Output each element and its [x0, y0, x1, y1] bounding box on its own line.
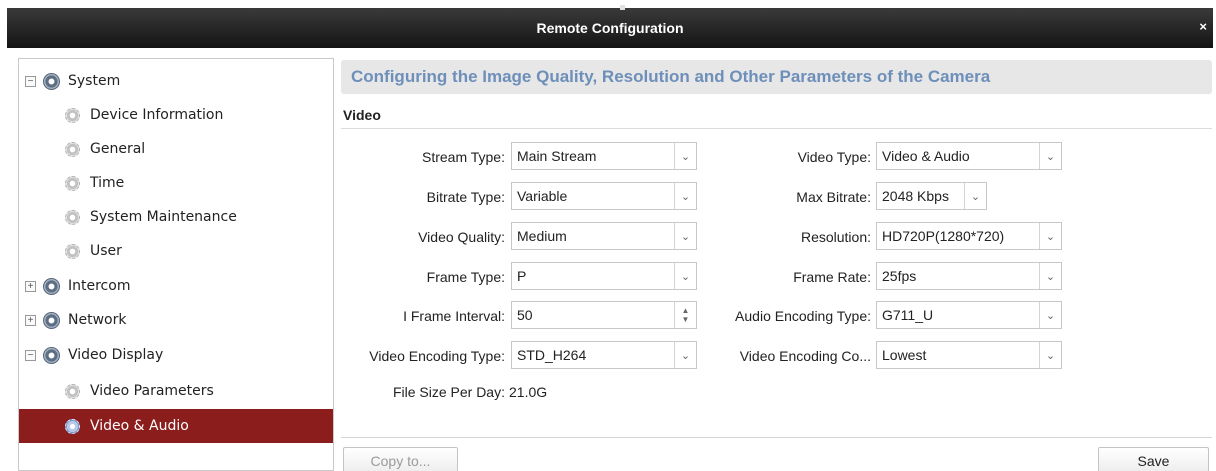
sidebar-tree: − System Device Information General Time… [18, 58, 334, 471]
select-value: P [517, 268, 527, 284]
file-size-label: File Size Per Day: [392, 384, 505, 400]
chevron-down-icon[interactable]: ⌄ [674, 223, 696, 249]
spinner-value[interactable]: 50 [512, 307, 674, 323]
chevron-down-icon[interactable]: ⌄ [674, 143, 696, 169]
chevron-down-icon[interactable]: ⌄ [1039, 302, 1061, 328]
video-quality-select[interactable]: Medium ⌄ [511, 222, 697, 250]
section-divider [341, 128, 1212, 129]
select-value: STD_H264 [517, 347, 587, 363]
chevron-down-icon[interactable]: ⌄ [1039, 342, 1061, 368]
tree-item-label: Video Display [68, 347, 164, 363]
resolution-label: Resolution: [800, 229, 871, 245]
tree-item-system-maintenance[interactable]: System Maintenance [19, 200, 333, 234]
select-value: Medium [517, 228, 567, 244]
video-quality-label: Video Quality: [418, 229, 505, 245]
spinner-arrows-icon[interactable]: ▲ ▼ [674, 302, 696, 328]
audio-encoding-type-select[interactable]: G711_U ⌄ [876, 301, 1062, 329]
frame-type-select[interactable]: P ⌄ [511, 262, 697, 290]
i-frame-interval-label: I Frame Interval: [403, 308, 505, 324]
chevron-down-icon[interactable]: ⌄ [1039, 263, 1061, 289]
gear-icon [65, 141, 80, 157]
video-type-select[interactable]: Video & Audio ⌄ [876, 142, 1062, 170]
frame-rate-select[interactable]: 25fps ⌄ [876, 262, 1062, 290]
camera-icon [43, 346, 60, 364]
select-value: G711_U [882, 307, 934, 323]
tree-item-label: Video & Audio [90, 418, 189, 434]
select-value: Video & Audio [882, 148, 970, 164]
file-size-value: 21.0G [509, 384, 548, 400]
tree-item-label: Video Parameters [90, 383, 214, 399]
chevron-down-icon[interactable]: ⌄ [674, 342, 696, 368]
window-title: Remote Configuration [536, 20, 684, 36]
gear-icon [65, 209, 80, 225]
chevron-down-icon[interactable]: ⌄ [964, 183, 986, 209]
stream-type-label: Stream Type: [421, 149, 505, 165]
gear-icon [65, 107, 80, 123]
title-bar-notch [620, 5, 625, 10]
video-type-label: Video Type: [797, 149, 871, 165]
tree-item-video-display[interactable]: − Video Display [19, 338, 333, 372]
tree-item-video-audio[interactable]: Video & Audio [19, 409, 333, 443]
tree-item-system[interactable]: − System [19, 64, 333, 98]
collapse-icon[interactable]: − [25, 75, 36, 87]
select-value: 2048 Kbps [882, 188, 949, 204]
select-value: HD720P(1280*720) [882, 228, 1005, 244]
stream-type-select[interactable]: Main Stream ⌄ [511, 142, 697, 170]
tree-item-device-information[interactable]: Device Information [19, 98, 333, 132]
camera-icon [43, 277, 60, 295]
chevron-down-icon[interactable]: ⌄ [1039, 143, 1061, 169]
video-encoding-complexity-select[interactable]: Lowest ⌄ [876, 341, 1062, 369]
camera-icon [43, 72, 60, 90]
page-title: Configuring the Image Quality, Resolutio… [341, 60, 1212, 94]
video-encoding-type-select[interactable]: STD_H264 ⌄ [511, 341, 697, 369]
tree-item-general[interactable]: General [19, 132, 333, 166]
expand-icon[interactable]: + [25, 314, 36, 326]
bitrate-type-label: Bitrate Type: [426, 189, 505, 205]
section-title: Video [343, 107, 381, 123]
tree-item-label: Network [68, 312, 127, 328]
title-bar: Remote Configuration × [7, 5, 1213, 48]
chevron-down-icon[interactable]: ⌄ [674, 263, 696, 289]
footer-divider [341, 437, 1212, 438]
gear-icon [65, 418, 80, 434]
gear-icon [65, 175, 80, 191]
i-frame-interval-spinner[interactable]: 50 ▲ ▼ [511, 301, 697, 329]
tree-item-label: Intercom [68, 278, 131, 294]
tree-item-label: Time [90, 175, 125, 191]
video-encoding-complexity-label: Video Encoding Co... [739, 348, 871, 364]
tree-item-label: User [90, 243, 122, 259]
bitrate-type-select[interactable]: Variable ⌄ [511, 182, 697, 210]
collapse-icon[interactable]: − [25, 349, 36, 361]
select-value: Variable [517, 188, 568, 204]
close-icon[interactable]: × [1199, 20, 1207, 33]
expand-icon[interactable]: + [25, 280, 36, 292]
select-value: Main Stream [517, 148, 597, 164]
frame-type-label: Frame Type: [426, 269, 505, 285]
gear-icon [65, 383, 80, 399]
camera-icon [43, 311, 60, 329]
gear-icon [65, 243, 80, 259]
save-button[interactable]: Save [1098, 447, 1209, 471]
select-value: 25fps [882, 268, 917, 284]
tree-item-time[interactable]: Time [19, 166, 333, 200]
tree-item-user[interactable]: User [19, 234, 333, 268]
max-bitrate-label: Max Bitrate: [796, 189, 871, 205]
tree-item-label: System Maintenance [90, 209, 237, 225]
chevron-down-icon[interactable]: ⌄ [1039, 223, 1061, 249]
select-value: Lowest [882, 347, 927, 363]
tree-item-label: System [68, 73, 121, 89]
tree-item-intercom[interactable]: + Intercom [19, 269, 333, 303]
resolution-select[interactable]: HD720P(1280*720) ⌄ [876, 222, 1062, 250]
tree-item-video-parameters[interactable]: Video Parameters [19, 374, 333, 408]
tree-item-label: General [90, 141, 146, 157]
copy-to-button[interactable]: Copy to... [343, 447, 458, 471]
chevron-down-icon[interactable]: ⌄ [674, 183, 696, 209]
tree-item-network[interactable]: + Network [19, 303, 333, 337]
tree-item-label: Device Information [90, 107, 224, 123]
audio-encoding-type-label: Audio Encoding Type: [735, 308, 871, 324]
video-encoding-type-label: Video Encoding Type: [369, 348, 505, 364]
frame-rate-label: Frame Rate: [793, 269, 871, 285]
max-bitrate-select[interactable]: 2048 Kbps ⌄ [876, 182, 987, 210]
